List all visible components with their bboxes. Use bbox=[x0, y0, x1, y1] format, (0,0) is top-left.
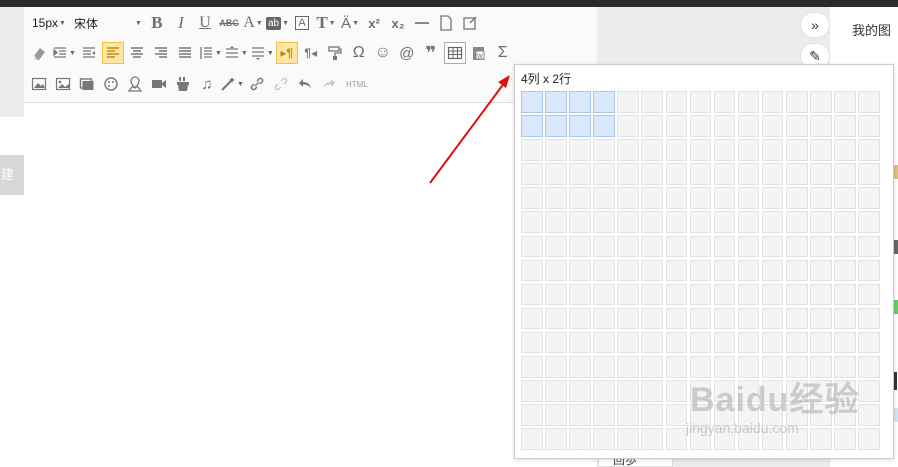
annotation-arrow bbox=[429, 75, 510, 184]
